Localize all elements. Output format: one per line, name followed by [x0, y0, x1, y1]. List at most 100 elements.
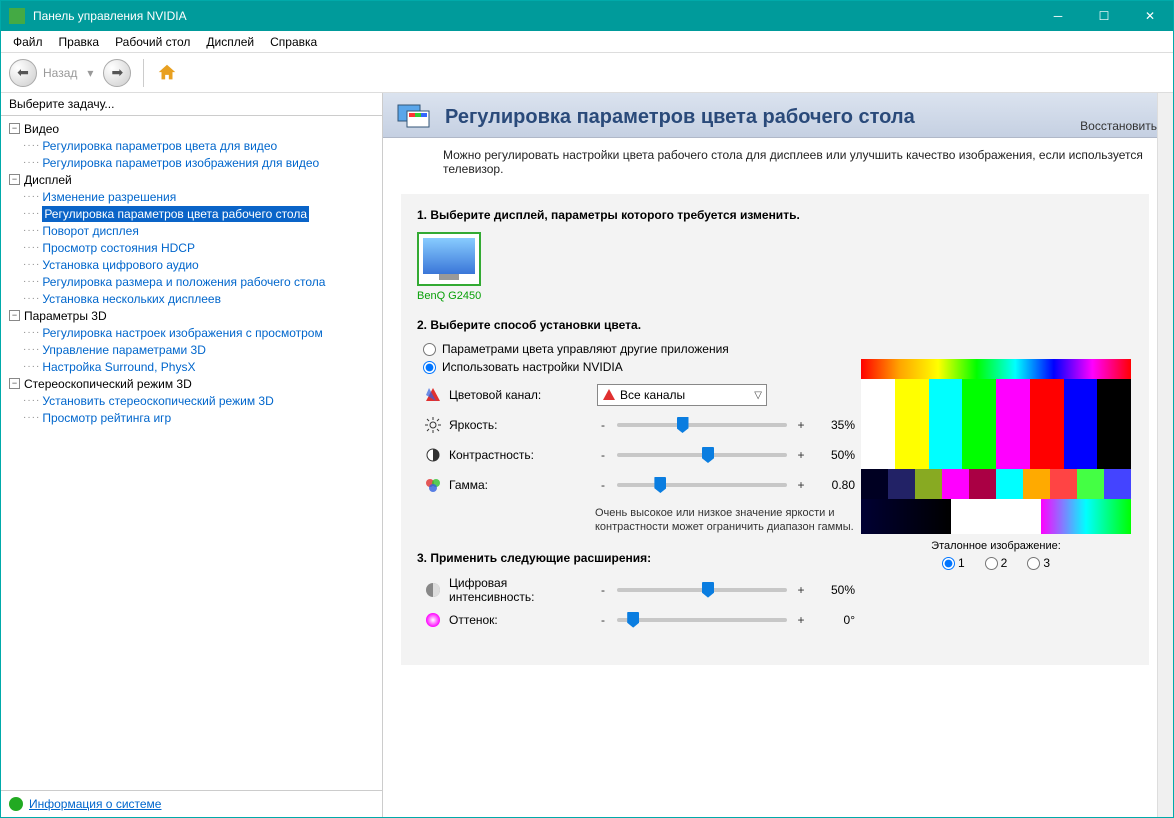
tree-group-label[interactable]: Стереоскопический режим 3D: [24, 377, 192, 391]
tree-item[interactable]: ····Установка нескольких дисплеев: [17, 290, 378, 307]
contrast-thumb[interactable]: [702, 447, 714, 463]
gamma-slider[interactable]: [617, 483, 787, 487]
ref-radio-1[interactable]: 1: [942, 556, 965, 570]
vibrance-label: Цифровая интенсивность:: [449, 576, 589, 604]
main-scrollbar[interactable]: [1157, 93, 1173, 817]
tree-item-link[interactable]: Настройка Surround, PhysX: [42, 360, 195, 374]
tree-item-link[interactable]: Изменение разрешения: [42, 190, 176, 204]
tree-item[interactable]: ····Регулировка настроек изображения с п…: [17, 324, 378, 341]
hue-slider[interactable]: [617, 618, 787, 622]
tree-item-link[interactable]: Регулировка параметров изображения для в…: [42, 156, 319, 170]
tree-item[interactable]: ····Регулировка параметров цвета для вид…: [17, 137, 378, 154]
menu-file[interactable]: Файл: [7, 33, 49, 51]
tree-dots: ····: [23, 327, 40, 338]
tree-item-link[interactable]: Просмотр состояния HDCP: [42, 241, 195, 255]
ref-radio-2[interactable]: 2: [985, 556, 1008, 570]
tree-item[interactable]: ····Регулировка параметров цвета рабочег…: [17, 205, 378, 222]
maximize-button[interactable]: ☐: [1081, 1, 1127, 31]
tree-item[interactable]: ····Поворот дисплея: [17, 222, 378, 239]
forward-button[interactable]: ➡: [103, 59, 131, 87]
system-info-link[interactable]: Информация о системе: [29, 797, 161, 811]
menu-desktop[interactable]: Рабочий стол: [109, 33, 196, 51]
monitor-label: BenQ G2450: [417, 290, 481, 302]
tree-group: −Стереоскопический режим 3D····Установит…: [9, 375, 378, 426]
tree-toggle-icon[interactable]: −: [9, 123, 20, 134]
menu-display[interactable]: Дисплей: [200, 33, 260, 51]
tree-item[interactable]: ····Просмотр рейтинга игр: [17, 409, 378, 426]
tree-item-link[interactable]: Поворот дисплея: [42, 224, 139, 238]
task-tree: −Видео····Регулировка параметров цвета д…: [1, 116, 382, 790]
tree-item[interactable]: ····Регулировка параметров изображения д…: [17, 154, 378, 171]
vibrance-icon: [425, 582, 441, 598]
tree-dots: ····: [23, 225, 40, 236]
tree-item-link[interactable]: Регулировка параметров цвета рабочего ст…: [42, 206, 309, 222]
tree-dots: ····: [23, 242, 40, 253]
home-icon[interactable]: [156, 62, 178, 84]
tree-item[interactable]: ····Изменение разрешения: [17, 188, 378, 205]
radio-nvidia-input[interactable]: [423, 361, 436, 374]
tree-group: −Видео····Регулировка параметров цвета д…: [9, 120, 378, 171]
content-area: 1. Выберите дисплей, параметры которого …: [401, 194, 1149, 665]
channel-select[interactable]: Все каналы ▽: [597, 384, 767, 406]
minimize-button[interactable]: ─: [1035, 1, 1081, 31]
reference-image-panel: Эталонное изображение: 1 2 3: [861, 359, 1131, 570]
tree-toggle-icon[interactable]: −: [9, 174, 20, 185]
display-color-icon: [397, 101, 433, 133]
tree-item-link[interactable]: Управление параметрами 3D: [42, 343, 206, 357]
tree-item[interactable]: ····Установка цифрового аудио: [17, 256, 378, 273]
tree-item[interactable]: ····Просмотр состояния HDCP: [17, 239, 378, 256]
tree-item-link[interactable]: Установка цифрового аудио: [42, 258, 198, 272]
gamma-minus: -: [597, 478, 609, 492]
sidebar-footer: Информация о системе: [1, 790, 382, 817]
brightness-slider[interactable]: [617, 423, 787, 427]
tree-item-link[interactable]: Регулировка параметров цвета для видео: [42, 139, 277, 153]
reference-label: Эталонное изображение:: [861, 540, 1131, 552]
tree-dots: ····: [23, 276, 40, 287]
tree-item-link[interactable]: Регулировка размера и положения рабочего…: [42, 275, 325, 289]
hue-minus: -: [597, 613, 609, 627]
restore-link[interactable]: Восстановить: [1080, 119, 1157, 133]
gamma-note: Очень высокое или низкое значение яркост…: [595, 506, 875, 535]
monitor-tile[interactable]: BenQ G2450: [417, 232, 481, 302]
window-title: Панель управления NVIDIA: [33, 9, 1035, 23]
back-dropdown-icon[interactable]: ▾: [87, 66, 93, 80]
hue-icon: [425, 612, 441, 628]
section1-title: 1. Выберите дисплей, параметры которого …: [417, 208, 1133, 222]
toolbar: ⬅ Назад ▾ ➡: [1, 53, 1173, 93]
contrast-icon: [425, 447, 441, 463]
tree-group-label[interactable]: Видео: [24, 122, 59, 136]
tree-item[interactable]: ····Регулировка размера и положения рабо…: [17, 273, 378, 290]
section2-title: 2. Выберите способ установки цвета.: [417, 318, 1133, 332]
tree-item[interactable]: ····Управление параметрами 3D: [17, 341, 378, 358]
vibrance-thumb[interactable]: [702, 582, 714, 598]
tree-group-label[interactable]: Дисплей: [24, 173, 72, 187]
tree-toggle-icon[interactable]: −: [9, 378, 20, 389]
toolbar-divider: [143, 59, 144, 87]
radio-other-apps-input[interactable]: [423, 343, 436, 356]
tree-group-label[interactable]: Параметры 3D: [24, 309, 107, 323]
page-description: Можно регулировать настройки цвета рабоч…: [383, 138, 1173, 188]
menu-edit[interactable]: Правка: [53, 33, 106, 51]
gamma-thumb[interactable]: [654, 477, 666, 493]
tree-toggle-icon[interactable]: −: [9, 310, 20, 321]
tree-item[interactable]: ····Настройка Surround, PhysX: [17, 358, 378, 375]
back-button[interactable]: ⬅: [9, 59, 37, 87]
contrast-slider[interactable]: [617, 453, 787, 457]
tree-item[interactable]: ····Установить стереоскопический режим 3…: [17, 392, 378, 409]
gamma-icon: [425, 477, 441, 493]
close-button[interactable]: ✕: [1127, 1, 1173, 31]
row-hue: Оттенок: - + 0°: [425, 605, 1133, 635]
radio-other-apps-label: Параметрами цвета управляют другие прило…: [442, 342, 729, 356]
vibrance-plus: +: [795, 583, 807, 597]
brightness-thumb[interactable]: [677, 417, 689, 433]
ref-radio-3[interactable]: 3: [1027, 556, 1050, 570]
tree-dots: ····: [23, 412, 40, 423]
menu-help[interactable]: Справка: [264, 33, 323, 51]
tree-item-link[interactable]: Установить стереоскопический режим 3D: [42, 394, 273, 408]
tree-item-link[interactable]: Регулировка настроек изображения с просм…: [42, 326, 322, 340]
vibrance-slider[interactable]: [617, 588, 787, 592]
hue-thumb[interactable]: [627, 612, 639, 628]
tree-item-link[interactable]: Просмотр рейтинга игр: [42, 411, 171, 425]
tree-item-link[interactable]: Установка нескольких дисплеев: [42, 292, 221, 306]
radio-other-apps[interactable]: Параметрами цвета управляют другие прило…: [423, 342, 1133, 356]
